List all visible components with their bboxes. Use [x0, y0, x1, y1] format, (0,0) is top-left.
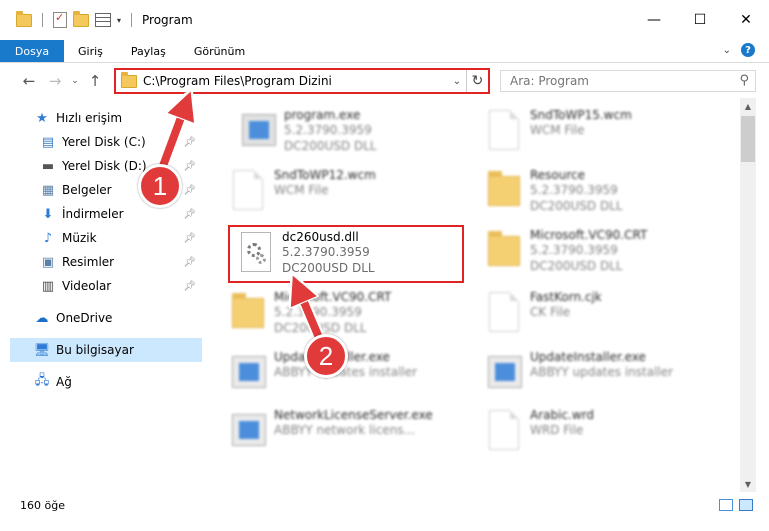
sidebar-item-disk-d[interactable]: ▬ Yerel Disk (D:) 📌︎: [40, 154, 204, 178]
pin-icon[interactable]: 📌︎: [183, 257, 196, 268]
sidebar-item-network[interactable]: 🖧︎ Ağ: [34, 370, 204, 394]
highlight-box-dll: [228, 225, 464, 283]
refresh-icon[interactable]: ↻: [466, 70, 488, 92]
music-icon: ♪: [43, 230, 53, 246]
sidebar-item-this-pc[interactable]: 🖥︎ Bu bilgisayar: [34, 338, 204, 362]
sidebar-item-music[interactable]: ♪ Müzik 📌︎: [40, 226, 204, 250]
pin-icon[interactable]: 📌︎: [183, 281, 196, 292]
address-dropdown-icon[interactable]: ⌄: [448, 76, 466, 87]
file-item[interactable]: Arabic.wrd WRD File: [476, 404, 716, 460]
sidebar-item-videos[interactable]: ▥ Videolar 📌︎: [40, 274, 204, 298]
drive-icon: ▬: [41, 158, 55, 174]
properties-check-icon[interactable]: [53, 11, 67, 28]
file-item[interactable]: NetworkLicenseServer.exe ABBYY network l…: [220, 404, 460, 460]
minimize-button[interactable]: —: [631, 0, 677, 40]
search-icon[interactable]: ⚲: [739, 73, 749, 88]
exe-icon: [240, 108, 276, 154]
details-view-icon[interactable]: [719, 499, 733, 511]
back-arrow-icon[interactable]: ←: [16, 72, 42, 90]
pin-icon[interactable]: 📌︎: [183, 161, 196, 172]
quick-access-toolbar: ▾: [16, 10, 136, 28]
file-item[interactable]: UpdateInstaller.exe ABBYY updates instal…: [476, 346, 716, 402]
divider: [42, 13, 43, 27]
vertical-scrollbar[interactable]: ▲ ▼: [740, 98, 756, 492]
search-input[interactable]: [501, 74, 721, 88]
star-icon: ★: [36, 110, 48, 126]
file-item[interactable]: SndToWP12.wcm WCM File: [220, 164, 460, 220]
window-title: Program: [142, 13, 193, 27]
maximize-button[interactable]: ☐: [677, 0, 723, 40]
file-item[interactable]: Microsoft.VC90.CRT 5.2.3790.3959 DC200US…: [220, 286, 460, 342]
sidebar-item-downloads[interactable]: ⬇ İndirmeler 📌︎: [40, 202, 204, 226]
sidebar-item-disk-c[interactable]: ▤ Yerel Disk (C:) 📌︎: [40, 130, 204, 154]
address-path[interactable]: C:\Program Files\Program Dizini: [143, 74, 448, 88]
videos-icon: ▥: [41, 278, 55, 294]
file-item[interactable]: program.exe 5.2.3790.3959 DC200USD DLL: [230, 104, 470, 160]
tab-share[interactable]: Paylaş: [117, 40, 180, 62]
computer-icon: 🖥︎: [33, 342, 51, 358]
sidebar-item-pictures[interactable]: ▣ Resimler 📌︎: [40, 250, 204, 274]
file-item[interactable]: Microsoft.VC90.CRT 5.2.3790.3959 DC200US…: [476, 224, 716, 280]
documents-icon: ▦: [41, 182, 55, 198]
tiles-view-icon[interactable]: [739, 499, 753, 511]
network-icon: 🖧︎: [34, 373, 50, 388]
step-badge-2: 2: [304, 334, 348, 378]
folder-icon: [486, 228, 522, 274]
title-bar: ▾ Program — ☐ ✕: [0, 0, 769, 40]
close-button[interactable]: ✕: [723, 0, 769, 40]
installer-icon: [486, 350, 522, 396]
pin-icon[interactable]: 📌︎: [183, 209, 196, 220]
cloud-icon: ☁: [35, 310, 49, 326]
folder-icon: [486, 168, 522, 214]
installer-icon: [230, 350, 266, 396]
page-icon: [486, 290, 522, 336]
file-item[interactable]: Resource 5.2.3790.3959 DC200USD DLL: [476, 164, 716, 220]
sidebar-item-quick-access[interactable]: ★ Hızlı erişim: [34, 106, 204, 130]
explorer-window: ▾ Program — ☐ ✕ Dosya Giriş Paylaş Görün…: [0, 0, 769, 531]
navigation-pane: ★ Hızlı erişim ▤ Yerel Disk (C:) 📌︎ ▬ Ye…: [0, 104, 206, 492]
tab-home[interactable]: Giriş: [64, 40, 117, 62]
expand-ribbon-chevron-icon[interactable]: ⌄: [723, 45, 731, 56]
page-icon: [486, 408, 522, 454]
search-box[interactable]: ⚲: [500, 70, 756, 92]
file-list: program.exe 5.2.3790.3959 DC200USD DLL S…: [212, 98, 739, 492]
tab-file[interactable]: Dosya: [0, 40, 64, 62]
navigation-bar: ← → ⌄ ↑ C:\Program Files\Program Dizini …: [0, 64, 769, 98]
scroll-down-icon[interactable]: ▼: [740, 476, 756, 492]
status-bar: 160 öğe: [0, 492, 769, 518]
customize-dropdown-icon[interactable]: ▾: [117, 16, 121, 25]
scroll-up-icon[interactable]: ▲: [740, 98, 756, 114]
ribbon-right: ⌄ ?: [723, 43, 755, 57]
folder-icon: [230, 290, 266, 336]
up-arrow-icon[interactable]: ↑: [82, 72, 108, 90]
pictures-icon: ▣: [41, 254, 55, 270]
file-item[interactable]: SndToWP15.wcm WCM File: [476, 104, 716, 160]
sidebar-item-onedrive[interactable]: ☁ OneDrive: [34, 306, 204, 330]
file-item[interactable]: FastKorn.cjk CK File: [476, 286, 716, 342]
page-icon: [230, 168, 266, 214]
divider: [131, 13, 133, 27]
properties-icon[interactable]: [95, 13, 111, 27]
forward-arrow-icon[interactable]: →: [42, 72, 68, 90]
address-bar[interactable]: C:\Program Files\Program Dizini ⌄ ↻: [114, 68, 490, 94]
recent-locations-dropdown-icon[interactable]: ⌄: [68, 76, 82, 86]
pin-icon[interactable]: 📌︎: [183, 233, 196, 244]
page-icon: [486, 108, 522, 154]
drive-icon: ▤: [41, 134, 55, 150]
new-folder-icon[interactable]: [73, 10, 89, 27]
window-controls: — ☐ ✕: [631, 0, 769, 40]
folder-icon: [121, 71, 137, 88]
pin-icon[interactable]: 📌︎: [183, 137, 196, 148]
step-badge-1: 1: [138, 164, 182, 208]
download-icon: ⬇: [42, 206, 54, 222]
tab-view[interactable]: Görünüm: [180, 40, 259, 62]
installer-icon: [230, 408, 266, 454]
folder-icon[interactable]: [16, 10, 32, 27]
pin-icon[interactable]: 📌︎: [183, 185, 196, 196]
ribbon-tabs: Dosya Giriş Paylaş Görünüm ⌄ ?: [0, 40, 769, 63]
view-switcher: [719, 499, 753, 511]
item-count: 160 öğe: [20, 498, 65, 512]
help-icon[interactable]: ?: [741, 43, 755, 57]
scroll-thumb[interactable]: [741, 116, 755, 162]
